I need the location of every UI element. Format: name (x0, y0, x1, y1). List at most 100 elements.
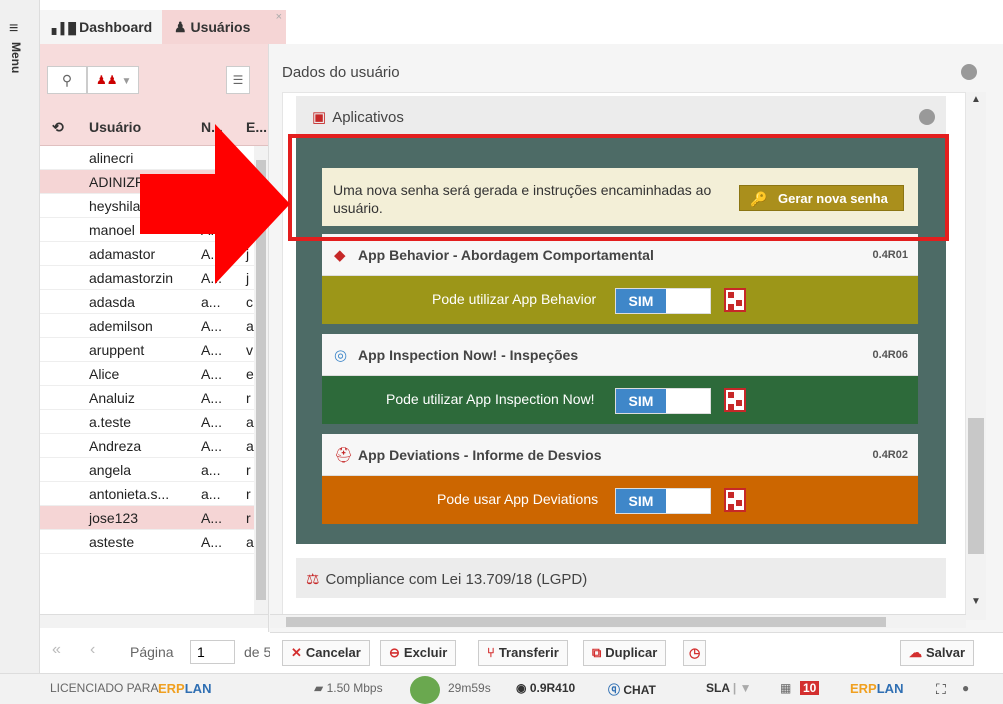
cell-e: r (246, 462, 251, 478)
permission-label: Pode utilizar App Inspection Now! (386, 391, 595, 407)
column-usuario[interactable]: Usuário (89, 119, 141, 135)
table-row[interactable]: angela a... r (40, 458, 254, 482)
page-count: de 5 (244, 644, 272, 660)
app-version: 0.4R01 (872, 249, 908, 261)
tab-dashboard[interactable]: ▖▌█ Dashboard (40, 10, 162, 44)
app-name: App Behavior - Abordagem Comportamental (358, 247, 654, 263)
cell-user: aruppent (89, 342, 145, 358)
side-menu[interactable]: ≡ Menu › (0, 0, 40, 704)
cell-e: r (246, 510, 251, 526)
permission-label: Pode usar App Deviations (437, 491, 599, 507)
app-version: 0.4R06 (872, 349, 908, 361)
cancel-button[interactable]: ✕ Cancelar (282, 640, 370, 666)
chat-button[interactable]: ⓠ CHAT (608, 681, 656, 698)
status-dot-icon: ● (962, 681, 970, 695)
arrow-annotation-icon (140, 124, 290, 284)
history-icon[interactable]: ⟲ (52, 119, 64, 136)
hamburger-icon[interactable]: ≡ (9, 20, 18, 38)
cell-user: adasda (89, 294, 135, 310)
detail-hscrollbar[interactable] (270, 614, 966, 628)
users-icon: ♟ (174, 19, 191, 35)
check-circle-icon: ◎ (334, 347, 348, 364)
cell-e: a (246, 318, 254, 334)
table-row[interactable]: jose123 A... r (40, 506, 254, 530)
permission-toggle[interactable]: SIM (615, 388, 711, 414)
apps-title: ▣ Aplicativos (312, 109, 404, 126)
branch-icon: ⑂ (487, 645, 495, 660)
delete-button[interactable]: ⊖ Excluir (380, 640, 457, 666)
scroll-down-icon[interactable]: ▼ (971, 596, 981, 607)
cell-e: v (246, 342, 253, 358)
table-row[interactable]: a.teste A... a (40, 410, 254, 434)
qr-code-icon[interactable] (724, 288, 746, 312)
table-row[interactable]: antonieta.s... a... r (40, 482, 254, 506)
permission-toggle[interactable]: SIM (615, 488, 711, 514)
cell-n: a... (201, 462, 221, 478)
table-row[interactable]: Alice A... e (40, 362, 254, 386)
sla-dropdown[interactable]: SLA | ▼ (706, 681, 751, 695)
cell-user: asteste (89, 534, 135, 550)
duplicate-button[interactable]: ⧉ Duplicar (583, 640, 667, 666)
page-label: Página (130, 644, 174, 660)
signal-icon: ▰ (314, 681, 327, 695)
page-input[interactable] (190, 640, 235, 664)
cell-e: a (246, 414, 254, 430)
calendar-icon[interactable]: ▦ (780, 681, 791, 695)
cell-user: manoel (89, 222, 135, 238)
compliance-title: ⚖ Compliance com Lei 13.709/18 (LGPD) (306, 571, 588, 588)
cell-n: A... (201, 414, 223, 430)
cell-n: a... (201, 294, 221, 310)
gavel-icon: ⚖ (306, 571, 320, 588)
scroll-up-icon[interactable]: ▲ (971, 94, 981, 105)
tab-usuarios[interactable]: ♟ Usuários × (162, 10, 286, 44)
cell-user: a.teste (89, 414, 132, 430)
table-row[interactable]: adasda a... c (40, 290, 254, 314)
fullscreen-icon[interactable]: ⛶ (936, 681, 946, 698)
detail-scrollbar[interactable]: ▲ ▼ (966, 92, 986, 620)
table-row[interactable]: ademilson A... a (40, 314, 254, 338)
scroll-thumb[interactable] (286, 617, 886, 627)
cell-e: r (246, 390, 251, 406)
minus-circle-icon: ⊖ (389, 645, 400, 660)
menu-label[interactable]: Menu (9, 42, 23, 73)
clock-icon: ◷ (689, 645, 701, 660)
table-row[interactable]: asteste A... a (40, 530, 254, 554)
save-button[interactable]: ☁ Salvar (900, 640, 975, 666)
qr-code-icon[interactable] (724, 488, 746, 512)
notification-badge[interactable]: 10 (800, 681, 820, 695)
prev-page-icon[interactable]: ‹ (90, 641, 95, 659)
app-permission-bar: Pode utilizar App Inspection Now! SIM (322, 376, 918, 424)
app-permission-bar: Pode utilizar App Behavior SIM (322, 276, 918, 324)
qr-code-icon[interactable] (724, 388, 746, 412)
session-timer: 29m59s (448, 681, 491, 695)
close-tab-icon[interactable]: × (276, 0, 282, 34)
bar-chart-icon: ▖▌█ (52, 23, 80, 35)
list-hscrollbar[interactable] (40, 614, 268, 628)
app-header: ◎ App Inspection Now! - Inspeções 0.4R06 (322, 334, 918, 376)
collapse-icon[interactable] (919, 109, 935, 125)
connection-speed: ▰ 1.50 Mbps (314, 681, 383, 695)
permission-toggle[interactable]: SIM (615, 288, 711, 314)
licensed-label: LICENCIADO PARA: (50, 681, 162, 695)
table-row[interactable]: Analuiz A... r (40, 386, 254, 410)
table-row[interactable]: Andreza A... a (40, 434, 254, 458)
cell-e: c (246, 294, 253, 310)
scroll-thumb[interactable] (968, 418, 984, 554)
cell-n: A... (201, 438, 223, 454)
table-row[interactable]: aruppent A... v (40, 338, 254, 362)
helmet-icon: ⛑ (334, 447, 354, 464)
close-icon: ✕ (291, 645, 302, 660)
group-filter-button[interactable]: ♟♟ ▼ (87, 66, 139, 94)
cell-user: alinecri (89, 150, 134, 166)
first-page-icon[interactable]: « (52, 641, 61, 659)
erplan-logo: ERPLAN (158, 681, 212, 696)
app-name: App Deviations - Informe de Desvios (358, 447, 602, 463)
transfer-button[interactable]: ⑂ Transferir (478, 640, 568, 666)
cloud-upload-icon: ☁ (909, 645, 922, 660)
cell-n: A... (201, 342, 223, 358)
eye-icon: ◉ (516, 681, 530, 695)
panel-toggle-icon[interactable] (961, 64, 977, 80)
search-icon[interactable]: ⚲ (47, 66, 87, 94)
history-button[interactable]: ◷ (683, 640, 707, 666)
list-view-icon[interactable]: ☰ (226, 66, 250, 94)
